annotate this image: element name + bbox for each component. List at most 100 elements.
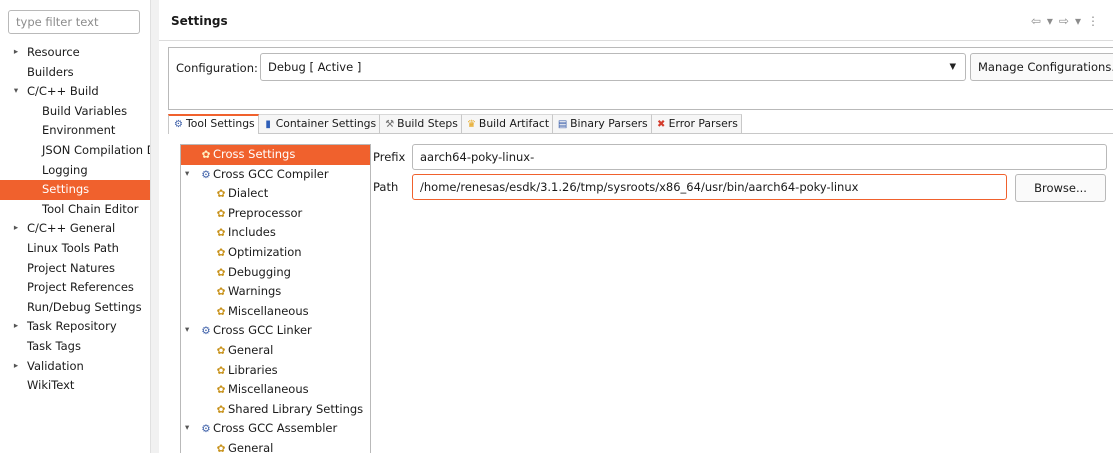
tool-tree-item-dialect[interactable]: ✿ Dialect <box>181 184 370 204</box>
expanded-twisty-icon[interactable]: ▾ <box>11 82 21 102</box>
option-icon: ✿ <box>216 364 226 377</box>
tab-binary-parsers[interactable]: ▤ Binary Parsers <box>553 114 652 133</box>
tab-label: Error Parsers <box>668 117 738 130</box>
hammer-icon: ⚒ <box>385 119 395 130</box>
tool-tree-item-miscellaneous[interactable]: ✿ Miscellaneous <box>181 380 370 400</box>
binary-icon: ▤ <box>557 119 568 130</box>
settings-page: Settings ⇦ ▾ ⇨ ▾ ⋮ Configuration: Debug … <box>159 0 1113 453</box>
tab-tool-settings[interactable]: ⚙ Tool Settings <box>168 114 259 134</box>
nav-item-builders[interactable]: Builders <box>0 63 150 83</box>
tool-tree-item-label: Cross GCC Linker <box>213 323 312 338</box>
nav-item-environment[interactable]: Environment <box>0 121 150 141</box>
nav-item-task-tags[interactable]: Task Tags <box>0 337 150 357</box>
tab-build-artifact[interactable]: ♛ Build Artifact <box>461 114 554 133</box>
option-icon: ✿ <box>216 207 226 220</box>
tab-error-parsers[interactable]: ✖ Error Parsers <box>651 114 742 133</box>
tab-label: Binary Parsers <box>570 117 648 130</box>
tool-tree-item-cross-gcc-compiler[interactable]: ▾ ⚙ Cross GCC Compiler <box>181 165 370 185</box>
tool-tree-item-cross-gcc-assembler[interactable]: ▾ ⚙ Cross GCC Assembler <box>181 419 370 439</box>
nav-item-label: Resource <box>27 45 80 59</box>
tool-icon: ⚙ <box>201 168 211 181</box>
nav-item-label: Validation <box>27 358 84 373</box>
tool-tree-item-includes[interactable]: ✿ Includes <box>181 223 370 243</box>
nav-item-validation[interactable]: ▸ Validation <box>0 357 150 377</box>
chevron-down-icon: ▼ <box>949 62 956 72</box>
collapsed-twisty-icon[interactable]: ▸ <box>11 317 21 337</box>
tool-tree-item-label: Debugging <box>228 264 291 279</box>
back-menu-chevron-down-icon[interactable]: ▾ <box>1047 14 1055 28</box>
browse-button[interactable]: Browse... <box>1015 174 1106 202</box>
nav-tree: ▸ Resource Builders ▾ C/C++ Build Build Varia… <box>0 43 150 396</box>
tool-tree-item-debugging[interactable]: ✿ Debugging <box>181 263 370 283</box>
back-arrow-icon[interactable]: ⇦ <box>1031 14 1043 28</box>
collapsed-twisty-icon[interactable]: ▸ <box>11 43 21 63</box>
tool-settings-tree: ✿ Cross Settings ▾ ⚙ Cross GCC Compiler ✿ Dial… <box>180 144 371 453</box>
tool-tree-item-miscellaneous[interactable]: ✿ Miscellaneous <box>181 302 370 322</box>
tool-tree-item-label: Warnings <box>228 284 282 299</box>
forward-arrow-icon[interactable]: ⇨ <box>1059 14 1071 28</box>
manage-configurations-button[interactable]: Manage Configurations... <box>970 53 1113 81</box>
tool-tree-item-warnings[interactable]: ✿ Warnings <box>181 282 370 302</box>
nav-item-tool-chain-editor[interactable]: Tool Chain Editor <box>0 200 150 220</box>
tool-icon: ⚙ <box>201 423 211 436</box>
collapsed-twisty-icon[interactable]: ▸ <box>11 357 21 377</box>
nav-item-task-repository[interactable]: ▸ Task Repository <box>0 317 150 337</box>
tool-tree-item-label: General <box>228 342 274 357</box>
history-nav: ⇦ ▾ ⇨ ▾ ⋮ <box>1031 14 1101 28</box>
nav-item-label: Settings <box>42 182 90 197</box>
nav-item-run-debug-settings[interactable]: Run/Debug Settings <box>0 298 150 318</box>
nav-item-json-compilation-d[interactable]: JSON Compilation D <box>0 141 150 161</box>
tab-label: Build Artifact <box>478 117 550 130</box>
tab-container-settings[interactable]: ▮ Container Settings <box>258 114 381 133</box>
option-icon: ✿ <box>216 227 226 240</box>
tool-tree-item-libraries[interactable]: ✿ Libraries <box>181 361 370 381</box>
tool-tree-item-label: Optimization <box>228 244 302 259</box>
tool-tree-item-preprocessor[interactable]: ✿ Preprocessor <box>181 204 370 224</box>
tool-tree-item-label: Preprocessor <box>228 205 303 220</box>
more-menu-icon[interactable]: ⋮ <box>1087 14 1101 28</box>
nav-item-label: C/C++ General <box>27 221 116 236</box>
path-label: Path <box>373 180 399 194</box>
nav-item-label: Linux Tools Path <box>27 240 119 255</box>
nav-item-label: Project References <box>27 280 134 295</box>
nav-item-label: Logging <box>42 162 88 177</box>
tab-label: Tool Settings <box>186 117 255 130</box>
nav-item-wikitext[interactable]: WikiText <box>0 376 150 396</box>
configuration-select[interactable]: Debug [ Active ] ▼ <box>260 53 966 81</box>
expanded-twisty-icon[interactable]: ▾ <box>185 165 189 185</box>
tool-tree-item-label: Cross Settings <box>213 147 296 161</box>
tab-build-steps[interactable]: ⚒ Build Steps <box>380 114 462 133</box>
option-icon: ✿ <box>216 188 226 201</box>
collapsed-twisty-icon[interactable]: ▸ <box>11 219 21 239</box>
nav-item-resource[interactable]: ▸ Resource <box>0 43 150 63</box>
tool-tree-item-shared-library-settings[interactable]: ✿ Shared Library Settings <box>181 400 370 420</box>
nav-item-label: Project Natures <box>27 260 115 275</box>
forward-menu-chevron-down-icon[interactable]: ▾ <box>1075 14 1083 28</box>
nav-item-c-c-build[interactable]: ▾ C/C++ Build <box>0 82 150 102</box>
tool-tree-item-cross-gcc-linker[interactable]: ▾ ⚙ Cross GCC Linker <box>181 321 370 341</box>
tool-tree-item-cross-settings[interactable]: ✿ Cross Settings <box>181 145 370 165</box>
option-icon: ✿ <box>216 442 226 453</box>
nav-item-label: Tool Chain Editor <box>42 201 139 216</box>
nav-item-project-natures[interactable]: Project Natures <box>0 259 150 279</box>
nav-item-settings[interactable]: Settings <box>0 180 150 200</box>
expanded-twisty-icon[interactable]: ▾ <box>185 321 189 341</box>
expanded-twisty-icon[interactable]: ▾ <box>185 419 189 439</box>
tool-tree-item-general[interactable]: ✿ General <box>181 439 370 453</box>
path-input[interactable]: /home/renesas/esdk/3.1.26/tmp/sysroots/x… <box>412 174 1007 200</box>
title-divider <box>159 40 1113 41</box>
nav-item-label: Task Repository <box>27 319 117 334</box>
pane-splitter[interactable] <box>150 0 159 453</box>
tool-tree-item-optimization[interactable]: ✿ Optimization <box>181 243 370 263</box>
nav-item-linux-tools-path[interactable]: Linux Tools Path <box>0 239 150 259</box>
nav-item-logging[interactable]: Logging <box>0 161 150 181</box>
nav-item-build-variables[interactable]: Build Variables <box>0 102 150 122</box>
tool-tree-item-label: Shared Library Settings <box>228 401 364 416</box>
option-icon: ✿ <box>216 286 226 299</box>
tool-tree-item-general[interactable]: ✿ General <box>181 341 370 361</box>
nav-item-project-references[interactable]: Project References <box>0 278 150 298</box>
configuration-group: Configuration: Debug [ Active ] ▼ Manage… <box>168 47 1113 110</box>
nav-item-c-c-general[interactable]: ▸ C/C++ General <box>0 219 150 239</box>
prefix-input[interactable]: aarch64-poky-linux- <box>412 144 1107 170</box>
filter-input[interactable] <box>8 10 140 34</box>
